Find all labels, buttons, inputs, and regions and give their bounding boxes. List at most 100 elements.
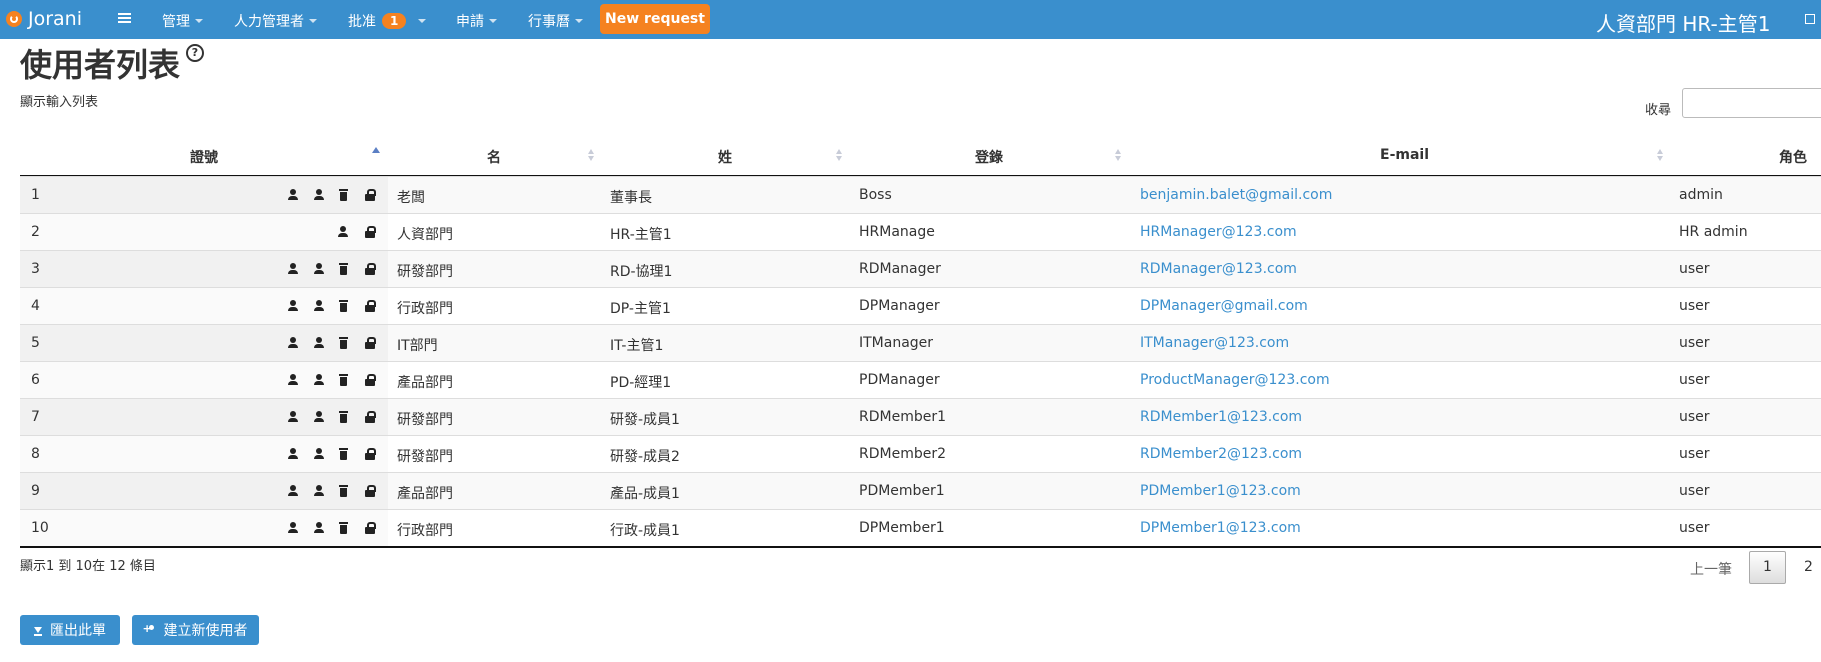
create-user-button[interactable]: 建立新使用者 — [132, 615, 259, 645]
cell-email-link[interactable]: benjamin.balet@gmail.com — [1140, 187, 1332, 203]
lock-icon[interactable] — [364, 485, 376, 497]
table-row: 9 產品部門 產品-成員1 PDMember1 PDMember1@123.co… — [20, 472, 1821, 509]
edit-user-icon[interactable] — [314, 485, 326, 497]
delete-user-icon[interactable] — [288, 189, 300, 201]
cell-email-link[interactable]: ProductManager@123.com — [1140, 372, 1330, 388]
lock-icon[interactable] — [364, 411, 376, 423]
sort-icon[interactable] — [1657, 149, 1663, 161]
delete-user-icon[interactable] — [288, 411, 300, 423]
trash-icon[interactable] — [338, 374, 350, 386]
trash-icon[interactable] — [338, 337, 350, 349]
table-row: 5 IT部門 IT-主管1 ITManager ITManager@123.co… — [20, 324, 1821, 361]
pagination-prev[interactable]: 上一筆 — [1690, 559, 1732, 579]
col-header-id[interactable]: 證號 — [190, 147, 218, 167]
nav-requests-label: 申請 — [456, 14, 484, 30]
sort-asc-icon[interactable] — [372, 147, 380, 153]
new-request-button[interactable]: New request — [600, 4, 710, 34]
delete-user-icon[interactable] — [288, 374, 300, 386]
sort-icon[interactable] — [836, 149, 842, 161]
col-header-login[interactable]: 登錄 — [975, 147, 1003, 167]
delete-user-icon[interactable] — [288, 448, 300, 460]
cell-last-name: 產品-成員1 — [610, 486, 680, 502]
edit-user-icon[interactable] — [338, 226, 350, 238]
trash-icon[interactable] — [338, 411, 350, 423]
delete-user-icon[interactable] — [288, 300, 300, 312]
cell-first-name: 產品部門 — [397, 486, 453, 502]
edit-user-icon[interactable] — [314, 522, 326, 534]
add-user-icon — [143, 622, 156, 636]
logout-icon[interactable] — [1805, 14, 1815, 24]
delete-user-icon[interactable] — [288, 263, 300, 275]
delete-user-icon[interactable] — [288, 485, 300, 497]
table-row: 10 行政部門 行政-成員1 DPMember1 DPMember1@123.c… — [20, 509, 1821, 546]
delete-user-icon[interactable] — [288, 337, 300, 349]
cell-email-link[interactable]: RDMember1@123.com — [1140, 409, 1302, 425]
trash-icon[interactable] — [338, 189, 350, 201]
cell-login: RDMember2 — [859, 446, 947, 462]
cell-id: 3 — [31, 261, 40, 277]
trash-icon[interactable] — [338, 300, 350, 312]
cell-id: 2 — [31, 224, 40, 240]
cell-email-link[interactable]: RDMember2@123.com — [1140, 446, 1302, 462]
cell-first-name: 產品部門 — [397, 375, 453, 391]
edit-user-icon[interactable] — [314, 448, 326, 460]
lock-icon[interactable] — [364, 522, 376, 534]
hamburger-menu-icon[interactable] — [118, 13, 131, 23]
col-header-role[interactable]: 角色 — [1779, 147, 1807, 167]
lock-icon[interactable] — [364, 189, 376, 201]
cell-email-link[interactable]: ITManager@123.com — [1140, 335, 1289, 351]
edit-user-icon[interactable] — [314, 411, 326, 423]
cell-email-link[interactable]: DPManager@gmail.com — [1140, 298, 1308, 314]
table-row: 2 人資部門 HR-主管1 HRManage HRManager@123.com… — [20, 213, 1821, 250]
cell-email-link[interactable]: PDMember1@123.com — [1140, 483, 1301, 499]
export-button[interactable]: 匯出此單 — [20, 615, 120, 645]
col-header-email[interactable]: E-mail — [1380, 147, 1429, 163]
delete-user-icon[interactable] — [288, 522, 300, 534]
search-label: 收尋 — [1645, 103, 1672, 118]
pagination-page-1[interactable]: 1 — [1749, 551, 1786, 584]
lock-icon[interactable] — [364, 263, 376, 275]
lock-icon[interactable] — [364, 448, 376, 460]
col-header-last-name[interactable]: 姓 — [718, 147, 732, 167]
edit-user-icon[interactable] — [314, 300, 326, 312]
trash-icon[interactable] — [338, 485, 350, 497]
sort-icon[interactable] — [588, 149, 594, 161]
pagination-page-2[interactable]: 2 — [1804, 559, 1813, 575]
search-input[interactable] — [1682, 88, 1821, 118]
nav-requests[interactable]: 申請 — [456, 11, 497, 31]
cell-email-link[interactable]: HRManager@123.com — [1140, 224, 1297, 240]
nav-admin[interactable]: 管理 — [162, 11, 203, 31]
edit-user-icon[interactable] — [314, 337, 326, 349]
help-icon[interactable]: ? — [186, 44, 204, 62]
cell-login: DPMember1 — [859, 520, 945, 536]
edit-user-icon[interactable] — [314, 263, 326, 275]
nav-approval[interactable]: 批准 1 — [348, 11, 427, 31]
cell-email-link[interactable]: RDManager@123.com — [1140, 261, 1297, 277]
cell-role: user — [1679, 409, 1710, 425]
cell-email-link[interactable]: DPMember1@123.com — [1140, 520, 1301, 536]
col-header-first-name[interactable]: 名 — [487, 147, 501, 167]
chevron-down-icon — [575, 19, 583, 23]
page-subtitle: 顯示輸入列表 — [20, 95, 99, 110]
cell-first-name: 研發部門 — [397, 449, 453, 465]
trash-icon[interactable] — [338, 448, 350, 460]
trash-icon[interactable] — [338, 522, 350, 534]
table-header: 證號 名 姓 登錄 E-mail 角色 — [20, 139, 1821, 177]
edit-user-icon[interactable] — [314, 374, 326, 386]
sort-icon[interactable] — [1115, 149, 1121, 161]
trash-icon[interactable] — [338, 263, 350, 275]
nav-hr[interactable]: 人力管理者 — [234, 11, 317, 31]
cell-role: user — [1679, 298, 1710, 314]
users-table-body: 1 老闆 董事長 Boss benjamin.balet@gmail.com a… — [20, 176, 1821, 548]
lock-icon[interactable] — [364, 226, 376, 238]
current-user[interactable]: 人資部門 HR-主管1 — [1596, 8, 1770, 37]
lock-icon[interactable] — [364, 300, 376, 312]
top-navbar: Jorani 管理 人力管理者 批准 1 申請 行事曆 New request 人… — [0, 0, 1821, 39]
cell-last-name: DP-主管1 — [610, 301, 671, 317]
cell-login: ITManager — [859, 335, 934, 351]
lock-icon[interactable] — [364, 337, 376, 349]
edit-user-icon[interactable] — [314, 189, 326, 201]
nav-calendar[interactable]: 行事曆 — [528, 11, 583, 31]
lock-icon[interactable] — [364, 374, 376, 386]
brand[interactable]: Jorani — [6, 8, 82, 30]
